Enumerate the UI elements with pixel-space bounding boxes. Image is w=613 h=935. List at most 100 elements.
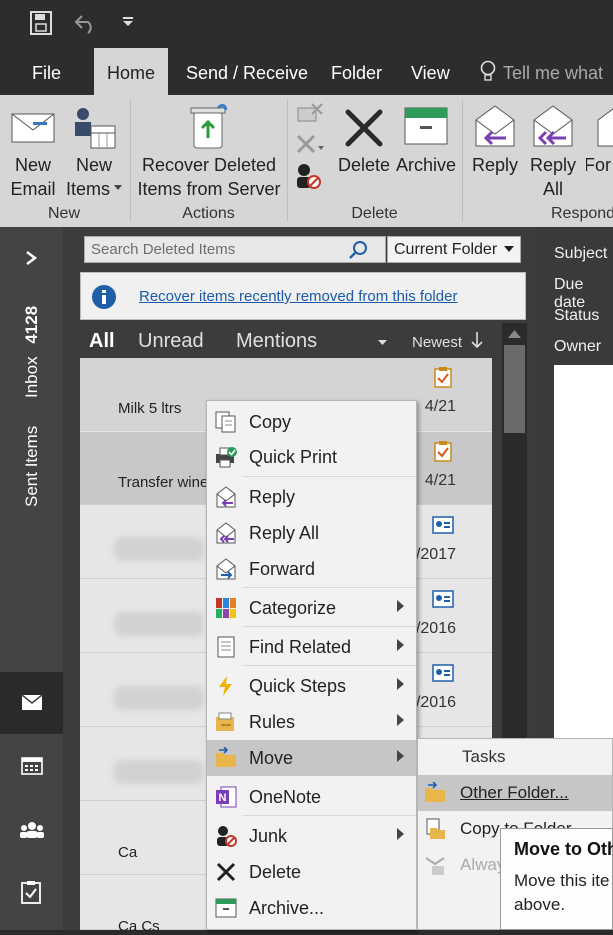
people-icon bbox=[20, 822, 44, 838]
search-input[interactable]: Search Deleted Items bbox=[91, 241, 235, 258]
menu-item-reply-all[interactable]: Reply All bbox=[207, 515, 416, 551]
menu-item-quick-print[interactable]: Quick Print bbox=[207, 439, 416, 475]
reply-icon bbox=[475, 105, 515, 147]
move-folder-icon bbox=[425, 782, 445, 802]
menu-item-move[interactable]: Move bbox=[207, 740, 416, 776]
expand-chevron-icon[interactable] bbox=[24, 250, 38, 266]
left-navigation: Inbox 4128 Sent Items bbox=[0, 227, 63, 930]
forward-button[interactable]: For bbox=[586, 100, 613, 206]
cleanup-icon[interactable] bbox=[296, 132, 324, 156]
menu-item-label: Rules bbox=[249, 712, 296, 732]
recover-label-2: Items from Server bbox=[137, 179, 281, 199]
menu-item-copy[interactable]: Copy bbox=[207, 404, 416, 440]
scroll-up-icon[interactable] bbox=[508, 330, 521, 338]
menu-item-label: Find Related bbox=[249, 637, 352, 657]
archive-label: Archive bbox=[395, 155, 457, 175]
new-items-label-1: New bbox=[75, 155, 112, 175]
new-email-label-1: New bbox=[14, 155, 51, 175]
search-scope-dropdown[interactable]: Current Folder bbox=[387, 236, 521, 263]
menu-item-label: Categorize bbox=[249, 598, 337, 618]
submenu-arrow-icon bbox=[397, 678, 404, 690]
menu-item-junk[interactable]: Junk bbox=[207, 818, 416, 854]
find-related-icon bbox=[217, 636, 235, 658]
menu-item-forward[interactable]: Forward bbox=[207, 551, 416, 587]
menu-item-categorize[interactable]: Categorize bbox=[207, 590, 416, 626]
mail-icon bbox=[21, 694, 43, 710]
people-nav-button[interactable] bbox=[0, 799, 63, 861]
categorize-icon bbox=[216, 598, 236, 618]
submenu-item-label: Other Folder... bbox=[460, 783, 569, 802]
menu-item-rules[interactable]: Rules bbox=[207, 704, 416, 740]
delete-label: Delete bbox=[337, 155, 391, 175]
task-icon bbox=[434, 441, 452, 462]
menu-item-reply[interactable]: Reply bbox=[207, 479, 416, 515]
print-icon bbox=[216, 447, 237, 468]
inbox-folder[interactable]: Inbox 4128 bbox=[22, 306, 42, 398]
tooltip-text-2: above. bbox=[514, 895, 566, 914]
blurred-sender bbox=[114, 760, 204, 784]
ignore-icon[interactable] bbox=[296, 102, 324, 126]
menu-item-label: Quick Print bbox=[249, 447, 338, 467]
tasks-nav-button[interactable] bbox=[0, 863, 63, 925]
sort-arrow-icon[interactable] bbox=[471, 331, 483, 349]
menu-item-onenote[interactable]: N OneNote bbox=[207, 779, 416, 815]
copy-folder-icon bbox=[426, 818, 445, 839]
undo-icon[interactable] bbox=[74, 12, 98, 34]
menu-item-label: Move bbox=[249, 748, 294, 768]
tab-view[interactable]: View bbox=[411, 48, 450, 95]
menu-item-archive[interactable]: Archive... bbox=[207, 890, 416, 926]
scroll-thumb[interactable] bbox=[504, 345, 525, 433]
filter-mentions[interactable]: Mentions bbox=[236, 330, 317, 353]
filter-dropdown-icon[interactable] bbox=[378, 340, 387, 346]
menu-item-quick-steps[interactable]: Quick Steps bbox=[207, 668, 416, 704]
tab-file[interactable]: File bbox=[32, 48, 61, 95]
subject-label: Subject bbox=[554, 245, 608, 262]
filter-all[interactable]: All bbox=[89, 330, 115, 353]
menu-separator bbox=[243, 815, 416, 816]
tab-send-receive[interactable]: Send / Receive bbox=[186, 48, 308, 95]
submenu-other-folder[interactable]: Other Folder... bbox=[418, 775, 612, 811]
junk-icon[interactable] bbox=[294, 162, 324, 190]
contact-card-icon bbox=[432, 664, 454, 682]
tell-me-box[interactable]: Tell me what y bbox=[503, 48, 613, 133]
filter-unread[interactable]: Unread bbox=[138, 330, 204, 353]
reply-icon bbox=[216, 486, 236, 508]
submenu-arrow-icon bbox=[397, 714, 404, 726]
menu-item-delete[interactable]: Delete bbox=[207, 854, 416, 890]
tab-home[interactable]: Home bbox=[94, 48, 168, 95]
calendar-icon bbox=[21, 757, 43, 775]
menu-item-label: Reply bbox=[249, 487, 296, 507]
menu-item-label: Delete bbox=[249, 862, 302, 882]
title-bar bbox=[0, 0, 613, 48]
group-actions-label: Actions bbox=[182, 205, 235, 222]
inbox-label: Inbox bbox=[22, 356, 41, 398]
item-date: 4/21 bbox=[424, 472, 456, 489]
item-date: /2016 bbox=[415, 620, 456, 637]
blurred-sender bbox=[114, 686, 204, 710]
menu-item-label: Junk bbox=[249, 826, 288, 846]
envelope-icon bbox=[11, 113, 55, 143]
new-items-icon bbox=[75, 108, 116, 149]
ribbon-separator bbox=[130, 100, 131, 222]
group-new-label: New bbox=[47, 205, 80, 222]
recycle-bin-icon bbox=[190, 103, 228, 149]
customize-qat-icon[interactable] bbox=[122, 15, 134, 27]
forward-icon bbox=[216, 558, 236, 580]
search-icon[interactable] bbox=[349, 240, 369, 260]
lightbulb-icon bbox=[480, 60, 496, 81]
recover-items-link[interactable]: Recover items recently removed from this… bbox=[139, 288, 457, 305]
sent-items-folder[interactable]: Sent Items bbox=[22, 426, 42, 507]
menu-item-find-related[interactable]: Find Related bbox=[207, 629, 416, 665]
save-icon[interactable] bbox=[30, 11, 52, 35]
sort-newest[interactable]: Newest bbox=[412, 334, 462, 351]
tab-folder[interactable]: Folder bbox=[331, 48, 382, 95]
submenu-tasks[interactable]: Tasks bbox=[462, 747, 505, 767]
search-box[interactable]: Search Deleted Items bbox=[84, 236, 386, 263]
contact-card-icon bbox=[432, 516, 454, 534]
reply-all-icon bbox=[533, 105, 573, 147]
status-label: Status bbox=[554, 307, 600, 324]
calendar-nav-button[interactable] bbox=[0, 735, 63, 797]
mail-nav-button[interactable] bbox=[0, 672, 63, 734]
menu-item-label: Quick Steps bbox=[249, 676, 347, 696]
junk-icon bbox=[217, 826, 237, 847]
